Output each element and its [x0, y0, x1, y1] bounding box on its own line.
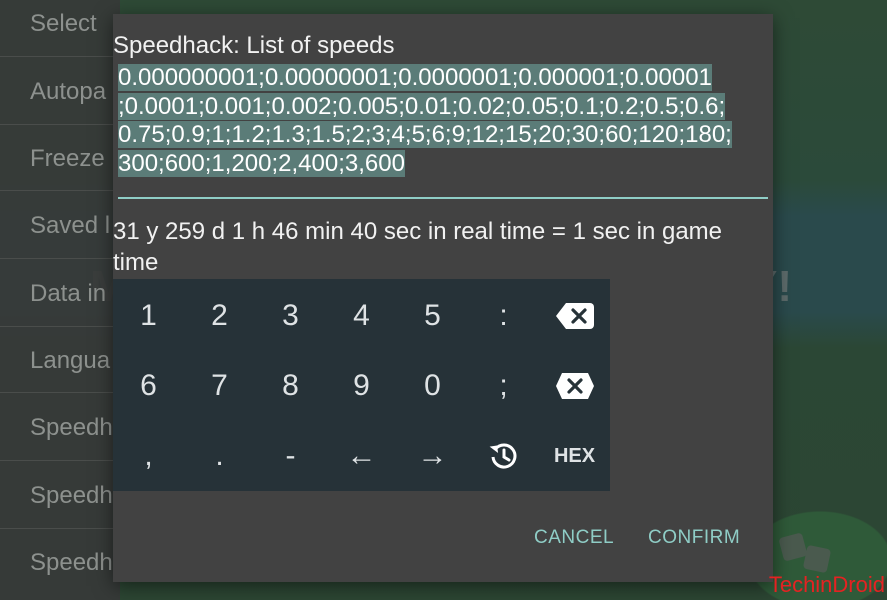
- time-conversion-text: 31 y 259 d 1 h 46 min 40 sec in real tim…: [113, 218, 723, 276]
- speed-list-input[interactable]: 0.000000001;0.00000001;0.0000001;0.00000…: [118, 64, 768, 199]
- key-0[interactable]: 0: [397, 351, 468, 421]
- cancel-button[interactable]: CANCEL: [534, 527, 614, 549]
- speed-list-text: 0.000000001;0.00000001;0.0000001;0.00000…: [118, 64, 768, 178]
- cursor-left-key[interactable]: ←: [326, 421, 397, 491]
- key-6[interactable]: 6: [113, 351, 184, 421]
- divider: [0, 124, 120, 125]
- history-icon: [489, 443, 516, 469]
- settings-item[interactable]: Freeze: [30, 145, 105, 173]
- watermark-logo: TechinDroid: [768, 572, 885, 597]
- key-8[interactable]: 8: [255, 351, 326, 421]
- speed-list-line: 0.75;0.9;1;1.2;1.3;1.5;2;3;4;5;6;9;12;15…: [118, 121, 732, 148]
- divider: [0, 460, 120, 461]
- settings-list: Select Autopa Freeze Saved l Data in Lan…: [0, 0, 120, 600]
- backspace-icon: [555, 303, 594, 329]
- clear-icon: [555, 373, 594, 399]
- history-key[interactable]: [468, 421, 539, 491]
- speed-list-line: ;0.0001;0.001;0.002;0.005;0.01;0.02;0.05…: [118, 92, 726, 120]
- backspace-key[interactable]: [539, 281, 610, 351]
- key-7[interactable]: 7: [184, 351, 255, 421]
- settings-item[interactable]: Langua: [30, 347, 110, 375]
- settings-item[interactable]: Autopa: [30, 78, 106, 106]
- key-9[interactable]: 9: [326, 351, 397, 421]
- settings-item[interactable]: Select: [30, 10, 97, 38]
- speed-list-line: 0.000000001;0.00000001;0.0000001;0.00000…: [118, 64, 712, 91]
- input-underline: [118, 197, 768, 199]
- divider: [0, 190, 120, 191]
- key-minus[interactable]: -: [255, 421, 326, 491]
- divider: [0, 392, 120, 393]
- settings-item[interactable]: Speedh: [30, 414, 113, 442]
- key-colon[interactable]: :: [468, 281, 539, 351]
- dialog-title: Speedhack: List of speeds: [113, 32, 395, 59]
- divider: [0, 528, 120, 529]
- key-4[interactable]: 4: [326, 281, 397, 351]
- settings-item[interactable]: Speedh: [30, 482, 113, 510]
- cursor-right-key[interactable]: →: [397, 421, 468, 491]
- divider: [0, 56, 120, 57]
- key-2[interactable]: 2: [184, 281, 255, 351]
- key-comma[interactable]: ,: [113, 421, 184, 491]
- speed-list-line: 300;600;1,200;2,400;3,600: [118, 149, 405, 177]
- speed-list-dialog: Speedhack: List of speeds 0.000000001;0.…: [113, 14, 773, 582]
- key-3[interactable]: 3: [255, 281, 326, 351]
- hex-key[interactable]: HEX: [539, 421, 610, 491]
- divider: [0, 326, 120, 327]
- confirm-button[interactable]: CONFIRM: [648, 527, 740, 549]
- key-dot[interactable]: .: [184, 421, 255, 491]
- key-semicolon[interactable]: ;: [468, 351, 539, 421]
- settings-item[interactable]: Speedh: [30, 549, 113, 577]
- clear-key[interactable]: [539, 351, 610, 421]
- settings-item[interactable]: Saved l: [30, 212, 110, 240]
- key-5[interactable]: 5: [397, 281, 468, 351]
- settings-item[interactable]: Data in: [30, 280, 106, 308]
- numeric-keypad: 1 2 3 4 5 : 6 7 8 9 0 ; , . - ← → HEX: [113, 279, 610, 491]
- key-1[interactable]: 1: [113, 281, 184, 351]
- divider: [0, 258, 120, 259]
